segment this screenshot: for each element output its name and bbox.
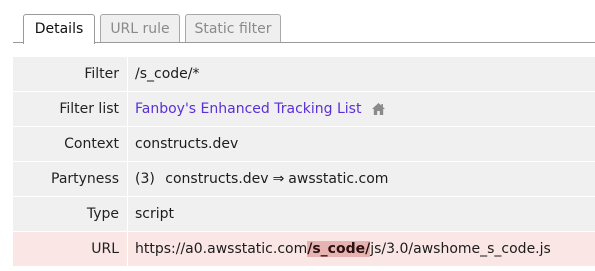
row-url: URL https://a0.awsstatic.com/s_code/js/3… [13,232,595,267]
row-partyness: Partyness (3) constructs.dev ⇒ awsstatic.c… [13,162,595,197]
type-value: script [135,206,175,222]
details-table: Filter /s_code/* Filter list Fanboy's En… [13,57,595,267]
url-prefix: https://a0.awsstatic.com [135,241,308,257]
url-match-highlight: /s_code/ [307,241,371,257]
tab-details[interactable]: Details [23,14,95,44]
filter-value: /s_code/* [135,66,200,82]
tab-bar: Details URL rule Static filter [0,0,595,44]
partyness-value: (3) constructs.dev ⇒ awsstatic.com [128,162,595,196]
row-filter-list: Filter list Fanboy's Enhanced Tracking L… [13,92,595,127]
home-icon[interactable] [371,95,386,126]
partyness-label: Partyness [13,162,128,196]
filter-list-value: Fanboy's Enhanced Tracking List [128,92,595,126]
context-value: constructs.dev [135,136,239,152]
tab-divider [13,42,595,43]
context-label: Context [13,127,128,161]
tab-static-filter[interactable]: Static filter [185,14,281,42]
url-value: https://a0.awsstatic.com/s_code/js/3.0/a… [128,232,595,266]
filter-list-link[interactable]: Fanboy's Enhanced Tracking List [135,101,361,117]
row-context: Context constructs.dev [13,127,595,162]
tab-url-rule[interactable]: URL rule [100,14,180,42]
filter-list-label: Filter list [13,92,128,126]
type-label: Type [13,197,128,231]
url-suffix: js/3.0/awshome_s_code.js [370,241,551,257]
partyness-to: awsstatic.com [288,171,389,187]
partyness-arrow: ⇒ [272,171,285,187]
row-filter: Filter /s_code/* [13,57,595,92]
url-label: URL [13,232,128,266]
partyness-count: (3) [135,171,155,187]
partyness-from: constructs.dev [165,171,269,187]
row-type: Type script [13,197,595,232]
filter-label: Filter [13,57,128,91]
